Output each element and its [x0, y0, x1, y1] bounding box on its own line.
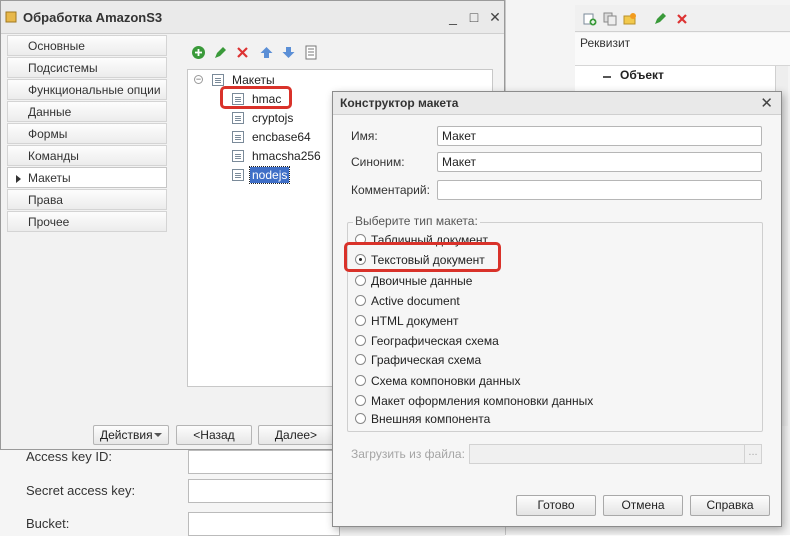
template-type-group-label: Выберите тип макета: — [353, 214, 480, 228]
move-down-icon[interactable] — [281, 45, 296, 60]
synonym-input[interactable]: Макет — [437, 152, 762, 172]
templates-toolbar — [187, 41, 497, 65]
access-key-label: Access key ID: — [26, 449, 112, 464]
edit-icon[interactable] — [653, 12, 667, 26]
sidebar-item-data[interactable]: Данные — [7, 101, 167, 122]
done-button[interactable]: Готово — [516, 495, 596, 516]
template-icon — [232, 112, 244, 124]
access-key-input[interactable] — [188, 450, 340, 474]
help-button-label: Справка — [706, 498, 754, 512]
minimize-icon[interactable]: _ — [446, 10, 460, 24]
sidebar-item-label: Прочее — [28, 215, 70, 229]
sidebar-item-label: Права — [28, 193, 63, 207]
list-icon[interactable] — [304, 45, 319, 60]
tree-item-label: encbase64 — [252, 130, 311, 144]
hmac-highlight — [220, 86, 292, 109]
sidebar-item-label: Функциональные опции — [28, 83, 161, 97]
sidebar-item-label: Макеты — [28, 171, 71, 185]
next-button-label: Далее> — [274, 428, 318, 442]
column-header-attribute: Реквизит — [580, 36, 631, 50]
cancel-button-label: Отмена — [621, 498, 665, 512]
radio-button[interactable] — [355, 335, 366, 346]
edit-icon[interactable] — [213, 45, 228, 60]
add-icon[interactable] — [191, 45, 206, 60]
actions-button[interactable]: Действия — [93, 425, 169, 445]
template-icon — [232, 150, 244, 162]
sidebar-item-main[interactable]: Основные — [7, 35, 167, 56]
sidebar-item-functional-options[interactable]: Функциональные опции — [7, 79, 167, 100]
window-titlebar: Обработка AmazonS3 _ □ ✕ — [1, 1, 504, 34]
delete-icon[interactable] — [235, 45, 250, 60]
template-icon — [232, 169, 244, 181]
tree-row-object[interactable]: Объект — [620, 68, 664, 82]
secret-key-input[interactable] — [188, 479, 340, 503]
close-icon[interactable]: ✕ — [760, 94, 773, 112]
radio-button[interactable] — [355, 354, 366, 365]
templates-folder-icon — [212, 74, 224, 86]
sidebar-item-rights[interactable]: Права — [7, 189, 167, 210]
back-button-label: <Назад — [193, 428, 235, 442]
template-constructor-dialog: Конструктор макета ✕ Имя: Макет Синоним:… — [332, 91, 782, 527]
tree-item-label: nodejs — [248, 166, 291, 184]
radio-button[interactable] — [355, 395, 366, 406]
maximize-icon[interactable]: □ — [467, 10, 481, 24]
sidebar-item-label: Подсистемы — [28, 61, 98, 75]
radio-button[interactable] — [355, 315, 366, 326]
sidebar-item-commands[interactable]: Команды — [7, 145, 167, 166]
cancel-button[interactable]: Отмена — [603, 495, 683, 516]
name-input[interactable]: Макет — [437, 126, 762, 146]
sidebar-item-forms[interactable]: Формы — [7, 123, 167, 144]
dialog-titlebar: Конструктор макета ✕ — [333, 92, 781, 115]
bucket-input[interactable] — [188, 512, 340, 536]
dialog-title: Конструктор макета — [340, 96, 459, 110]
add-icon[interactable] — [583, 12, 597, 26]
chevron-down-icon — [154, 433, 162, 437]
properties-toolbar — [575, 5, 790, 32]
tree-item-label: cryptojs — [252, 111, 294, 125]
delete-icon[interactable] — [675, 12, 689, 26]
actions-button-label: Действия — [100, 428, 153, 442]
app-icon — [5, 11, 17, 23]
back-button[interactable]: <Назад — [176, 425, 252, 445]
comment-input[interactable] — [437, 180, 762, 200]
done-button-label: Готово — [537, 498, 575, 512]
add-folder-icon[interactable] — [623, 12, 637, 26]
browse-button[interactable]: ... — [744, 445, 761, 463]
sidebar: Основные Подсистемы Функциональные опции… — [7, 35, 167, 435]
collapse-icon[interactable] — [603, 76, 611, 78]
move-up-icon[interactable] — [259, 45, 274, 60]
sidebar-item-templates[interactable]: Макеты — [7, 167, 167, 188]
radio-button[interactable] — [355, 275, 366, 286]
collapse-icon[interactable]: − — [194, 75, 203, 84]
tree-item-label: hmacsha256 — [252, 149, 321, 163]
sidebar-item-label: Данные — [28, 105, 72, 119]
close-icon[interactable]: ✕ — [488, 10, 502, 24]
name-label: Имя: — [351, 129, 378, 143]
window-title: Обработка AmazonS3 — [23, 10, 163, 25]
active-arrow-icon — [16, 175, 21, 183]
radio-button[interactable] — [355, 295, 366, 306]
load-from-file-input[interactable]: ... — [469, 444, 762, 464]
synonym-label: Синоним: — [351, 155, 405, 169]
sidebar-item-other[interactable]: Прочее — [7, 211, 167, 232]
radio-button[interactable] — [355, 413, 366, 424]
text-document-highlight — [344, 242, 501, 272]
next-button[interactable]: Далее> — [258, 425, 334, 445]
sidebar-item-label: Команды — [28, 149, 79, 163]
properties-column-header: Реквизит — [575, 33, 790, 66]
secret-key-label: Secret access key: — [26, 483, 136, 498]
sidebar-item-label: Основные — [28, 39, 85, 53]
help-button[interactable]: Справка — [690, 495, 770, 516]
sidebar-item-label: Формы — [28, 127, 68, 141]
template-icon — [232, 131, 244, 143]
radio-button[interactable] — [355, 375, 366, 386]
bucket-label: Bucket: — [26, 516, 70, 531]
sidebar-item-subsystems[interactable]: Подсистемы — [7, 57, 167, 78]
load-from-file-label: Загрузить из файла: — [351, 447, 465, 461]
copy-icon[interactable] — [603, 12, 617, 26]
comment-label: Комментарий: — [351, 183, 430, 197]
